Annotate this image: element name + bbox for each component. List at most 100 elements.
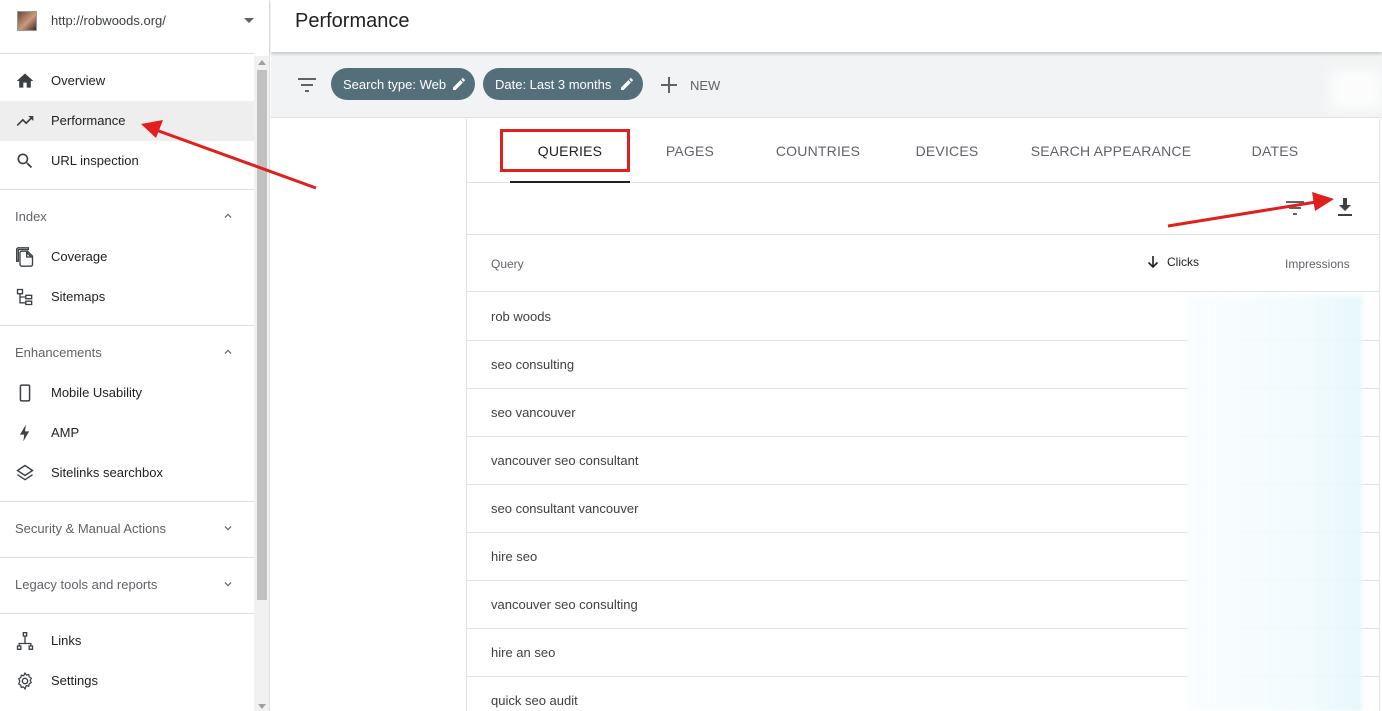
section-title: Enhancements bbox=[15, 345, 102, 360]
add-filter-button[interactable]: NEW bbox=[661, 72, 720, 98]
smartphone-icon bbox=[19, 384, 31, 402]
section-security-toggle[interactable]: Security & Manual Actions bbox=[0, 509, 254, 549]
edit-icon bbox=[621, 78, 633, 90]
redacted-area-blur bbox=[1330, 70, 1382, 110]
page-title: Performance bbox=[295, 10, 410, 32]
divider bbox=[0, 53, 254, 54]
filter-bar: Search type: Web Date: Last 3 months NEW bbox=[271, 52, 1382, 118]
tab-label: COUNTRIES bbox=[775, 143, 861, 159]
divider bbox=[0, 501, 254, 502]
sidebar-item-sitelinks-searchbox[interactable]: Sitelinks searchbox bbox=[0, 453, 254, 493]
section-index-toggle[interactable]: Index bbox=[0, 197, 254, 237]
divider bbox=[0, 557, 254, 558]
tab-label: QUERIES bbox=[537, 143, 603, 159]
layers-icon bbox=[16, 464, 34, 481]
sidebar-item-amp[interactable]: AMP bbox=[0, 413, 254, 453]
query-cell: seo vancouver bbox=[491, 405, 576, 420]
sidebar-item-label: AMP bbox=[51, 425, 80, 440]
section-title: Index bbox=[15, 209, 47, 224]
divider bbox=[0, 325, 254, 326]
scroll-up-icon[interactable] bbox=[258, 60, 266, 65]
sidebar-item-coverage[interactable]: Coverage bbox=[0, 237, 254, 277]
plus-icon bbox=[661, 77, 677, 93]
date-range-chip[interactable]: Date: Last 3 months bbox=[483, 68, 643, 100]
column-header-clicks[interactable]: Clicks bbox=[1147, 255, 1199, 269]
trending-up-icon bbox=[16, 116, 34, 126]
sidebar-item-url-inspection[interactable]: URL inspection bbox=[0, 141, 254, 181]
tab-pages[interactable]: PAGES bbox=[650, 119, 730, 183]
sidebar-item-mobile-usability[interactable]: Mobile Usability bbox=[0, 373, 254, 413]
divider bbox=[0, 189, 254, 190]
section-enhancements-toggle[interactable]: Enhancements bbox=[0, 333, 254, 373]
chip-label: Date: Last 3 months bbox=[495, 76, 612, 92]
scrollbar-thumb[interactable] bbox=[257, 70, 267, 600]
query-cell: hire seo bbox=[491, 549, 538, 564]
tab-dates[interactable]: DATES bbox=[1240, 119, 1310, 183]
edit-icon bbox=[453, 78, 465, 90]
property-url: http://robwoods.org/ bbox=[51, 13, 166, 28]
sidebar-item-label: Overview bbox=[51, 73, 106, 88]
tab-search-appearance[interactable]: SEARCH APPEARANCE bbox=[1023, 119, 1199, 183]
links-icon bbox=[16, 632, 34, 650]
sidebar-item-label: Coverage bbox=[51, 249, 108, 264]
filter-list-icon[interactable] bbox=[297, 76, 317, 94]
sidebar-item-settings[interactable]: Settings bbox=[0, 661, 254, 701]
column-header-impressions[interactable]: Impressions bbox=[1285, 257, 1350, 271]
tab-label: DEVICES bbox=[915, 143, 979, 159]
tab-label: DATES bbox=[1251, 143, 1299, 159]
page-header: Performance bbox=[271, 0, 1382, 52]
dimension-tabs: QUERIES PAGES COUNTRIES DEVICES SEARCH A… bbox=[467, 119, 1379, 183]
file-copy-icon bbox=[16, 247, 34, 267]
home-icon bbox=[16, 73, 34, 88]
query-cell: vancouver seo consulting bbox=[491, 597, 638, 612]
section-title: Legacy tools and reports bbox=[15, 577, 158, 592]
query-cell: seo consultant vancouver bbox=[491, 501, 639, 516]
query-cell: rob woods bbox=[491, 309, 551, 324]
divider bbox=[0, 613, 254, 614]
sidebar-item-label: Links bbox=[51, 633, 82, 648]
sidebar-item-label: URL inspection bbox=[51, 153, 139, 168]
sidebar-item-label: Mobile Usability bbox=[51, 385, 143, 400]
dropdown-caret-icon[interactable] bbox=[244, 18, 254, 23]
property-selector[interactable]: http://robwoods.org/ bbox=[0, 0, 269, 44]
chevron-up-icon bbox=[224, 213, 232, 218]
sitemap-icon bbox=[16, 288, 33, 306]
column-header-label: Clicks bbox=[1167, 255, 1199, 269]
sidebar-item-label: Sitelinks searchbox bbox=[51, 465, 163, 480]
search-icon bbox=[17, 153, 33, 169]
query-cell: vancouver seo consultant bbox=[491, 453, 639, 468]
scroll-down-icon[interactable] bbox=[258, 704, 266, 709]
chevron-down-icon bbox=[224, 582, 232, 587]
section-legacy-toggle[interactable]: Legacy tools and reports bbox=[0, 565, 254, 605]
tab-devices[interactable]: DEVICES bbox=[907, 119, 987, 183]
chevron-down-icon bbox=[224, 526, 232, 531]
section-title: Security & Manual Actions bbox=[15, 521, 167, 536]
chip-label: Search type: Web bbox=[343, 76, 447, 92]
filter-rows-icon[interactable] bbox=[1285, 200, 1305, 216]
query-cell: seo consulting bbox=[491, 357, 575, 372]
sidebar-item-label: Sitemaps bbox=[51, 289, 106, 304]
tab-queries[interactable]: QUERIES bbox=[510, 119, 630, 183]
sidebar-item-sitemaps[interactable]: Sitemaps bbox=[0, 277, 254, 317]
property-avatar bbox=[17, 11, 37, 31]
sidebar-scrollbar[interactable] bbox=[254, 56, 269, 711]
redacted-metrics-blur bbox=[1186, 296, 1362, 711]
new-filter-label: NEW bbox=[690, 77, 721, 93]
tab-label: PAGES bbox=[665, 143, 715, 159]
query-cell: hire an seo bbox=[491, 645, 556, 660]
sidebar: http://robwoods.org/ Overview Performanc… bbox=[0, 0, 270, 711]
arrow-down-icon bbox=[1147, 256, 1159, 269]
table-toolbar bbox=[467, 183, 1379, 235]
sidebar-item-links[interactable]: Links bbox=[0, 621, 254, 661]
sidebar-item-overview[interactable]: Overview bbox=[0, 61, 254, 101]
flash-icon bbox=[20, 424, 30, 442]
search-type-chip[interactable]: Search type: Web bbox=[331, 68, 475, 100]
download-icon[interactable] bbox=[1335, 196, 1355, 218]
sidebar-item-performance[interactable]: Performance bbox=[0, 101, 254, 141]
gear-icon bbox=[17, 671, 33, 691]
column-header-query: Query bbox=[491, 257, 524, 271]
chevron-up-icon bbox=[224, 349, 232, 354]
sidebar-item-label: Performance bbox=[51, 113, 126, 128]
tab-countries[interactable]: COUNTRIES bbox=[763, 119, 873, 183]
query-cell: quick seo audit bbox=[491, 693, 578, 708]
